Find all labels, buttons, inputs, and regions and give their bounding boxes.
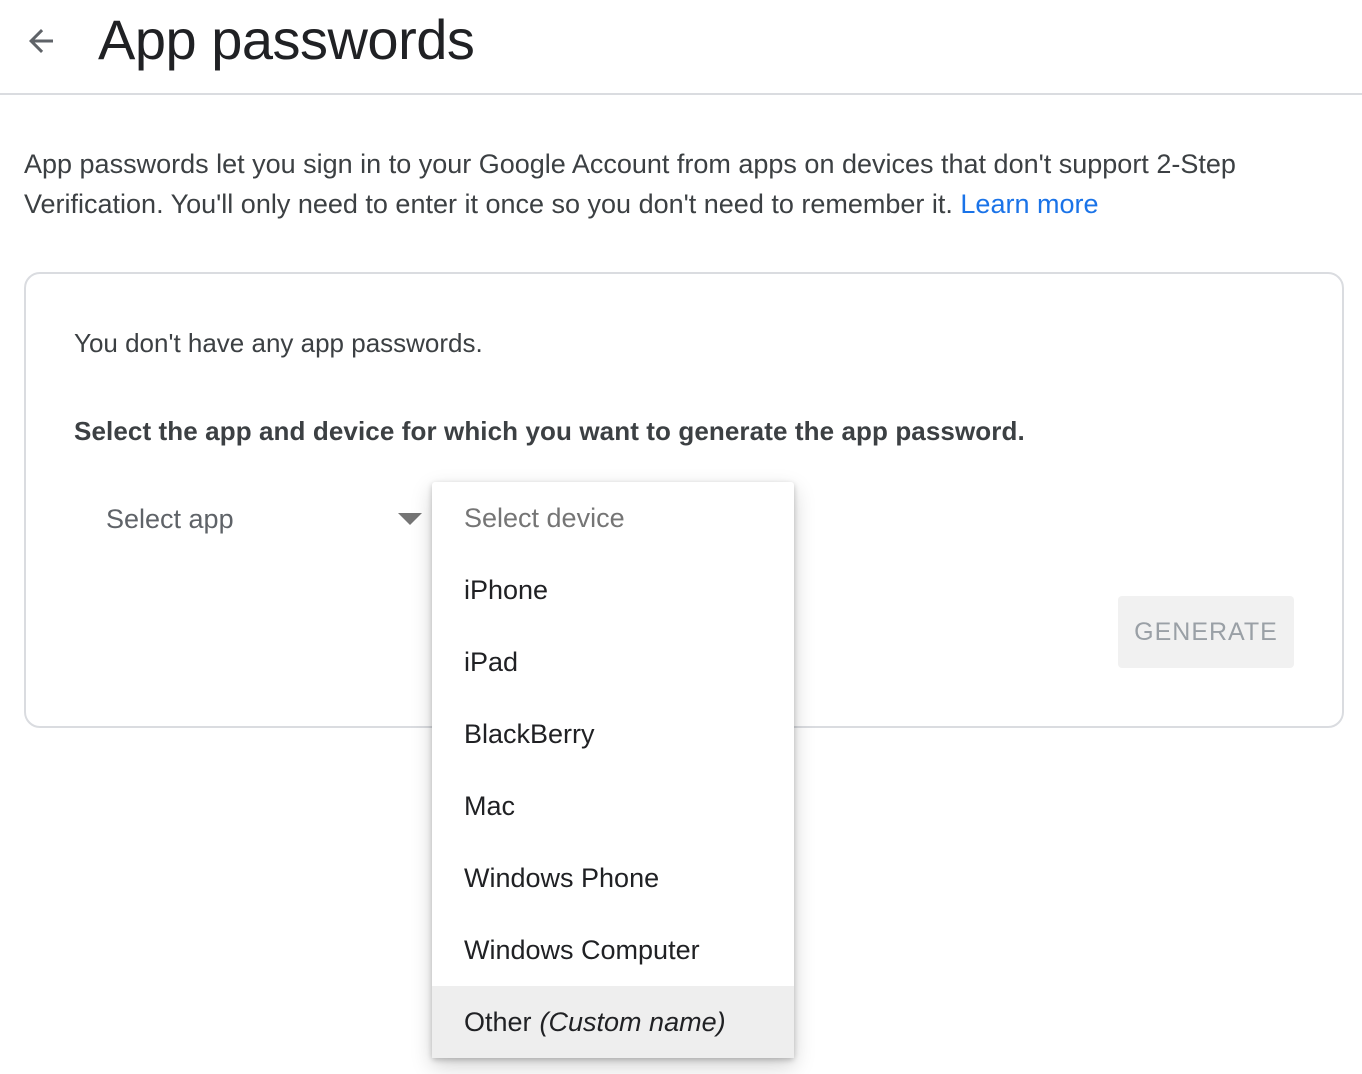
device-option-placeholder[interactable]: Select device — [432, 482, 794, 554]
select-instruction: Select the app and device for which you … — [74, 416, 1025, 446]
page-header: App passwords — [0, 0, 1362, 95]
device-option-other[interactable]: Other (Custom name) — [432, 986, 794, 1058]
select-app-label: Select app — [106, 503, 234, 534]
device-dropdown-menu: Select device iPhone iPad BlackBerry Mac… — [432, 482, 794, 1058]
arrow-left-icon — [29, 29, 53, 53]
dropdown-arrow-icon — [398, 513, 422, 525]
page-title: App passwords — [98, 8, 475, 71]
device-option-windows-computer[interactable]: Windows Computer — [432, 914, 794, 986]
intro-text: App passwords let you sign in to your Go… — [24, 144, 1344, 224]
select-app-dropdown[interactable]: Select app — [90, 490, 430, 548]
device-option-iphone[interactable]: iPhone — [432, 554, 794, 626]
device-option-other-label: Other — [464, 1006, 532, 1037]
learn-more-link[interactable]: Learn more — [960, 189, 1098, 219]
generate-button[interactable]: GENERATE — [1118, 596, 1294, 668]
device-option-windows-phone[interactable]: Windows Phone — [432, 842, 794, 914]
no-passwords-message: You don't have any app passwords. — [74, 328, 483, 358]
device-option-other-hint: (Custom name) — [539, 1006, 726, 1037]
device-option-ipad[interactable]: iPad — [432, 626, 794, 698]
device-option-mac[interactable]: Mac — [432, 770, 794, 842]
back-button[interactable] — [18, 18, 64, 64]
device-option-blackberry[interactable]: BlackBerry — [432, 698, 794, 770]
